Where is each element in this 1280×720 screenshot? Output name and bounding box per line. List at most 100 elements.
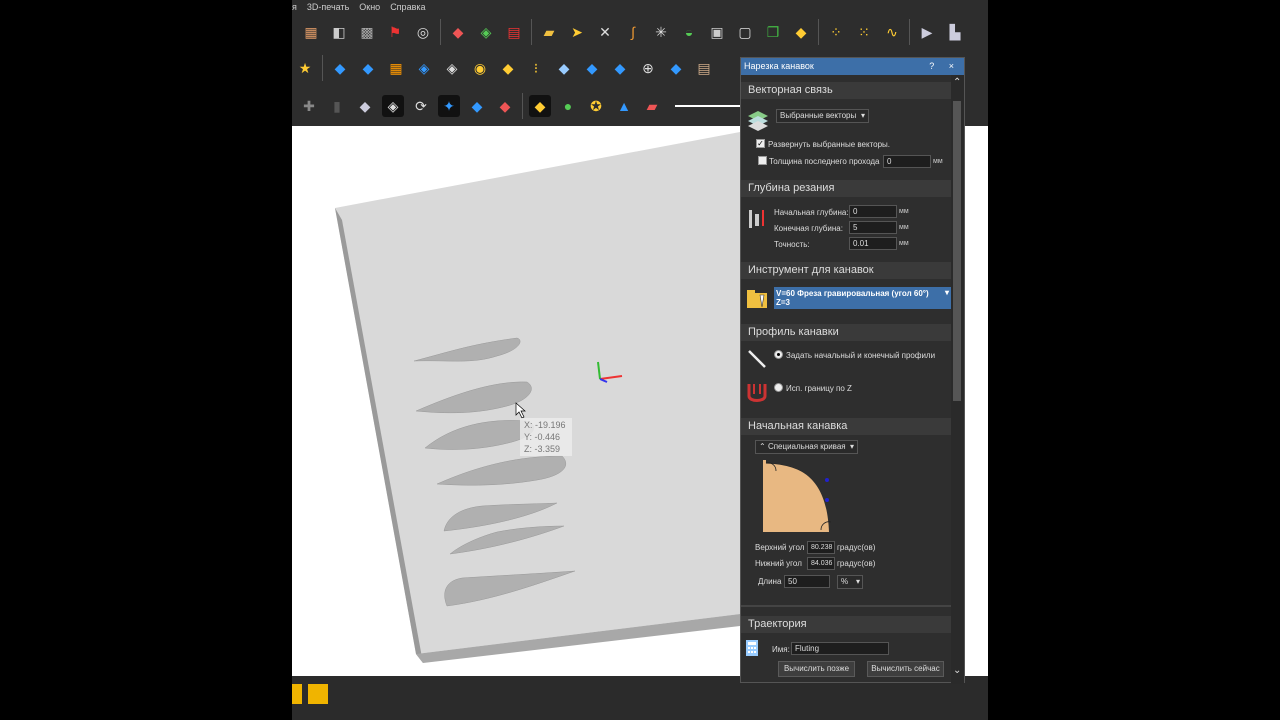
expand-vectors-checkbox[interactable]: ✓ bbox=[756, 139, 765, 148]
bowl-icon[interactable]: ▲ bbox=[613, 95, 635, 117]
section-header-toolpath[interactable]: Траектория bbox=[741, 616, 952, 633]
paint-icon[interactable]: ◆ bbox=[447, 21, 469, 43]
end-depth-unit: мм bbox=[899, 224, 909, 231]
folder-star-icon[interactable]: ▰ bbox=[538, 21, 560, 43]
groove-profile-editor[interactable] bbox=[763, 460, 833, 532]
calculate-now-button[interactable]: Вычислить сейчас bbox=[867, 661, 944, 677]
menu-item-help[interactable]: Справка bbox=[390, 0, 425, 14]
section-divider bbox=[741, 605, 952, 607]
prism-toolpath-icon[interactable]: ◉ bbox=[469, 57, 491, 79]
radio-use-z-boundary[interactable] bbox=[774, 383, 783, 392]
start-depth-input[interactable]: 0 bbox=[849, 205, 897, 218]
profile-toolpath-icon[interactable]: ◆ bbox=[329, 57, 351, 79]
phone-icon[interactable]: ▮ bbox=[326, 95, 348, 117]
expand-vectors-label: Развернуть выбранные векторы. bbox=[768, 140, 891, 149]
section-header-depth[interactable]: Глубина резания bbox=[741, 180, 952, 197]
grid-icon[interactable]: ▩ bbox=[356, 21, 378, 43]
last-pass-checkbox[interactable] bbox=[758, 156, 767, 165]
panel-title-buttons[interactable]: ? × bbox=[929, 58, 960, 75]
stack-red-icon[interactable]: ◆ bbox=[494, 95, 516, 117]
tool-selection[interactable]: V=60 Фреза гравировальная (угол 60°) Z=3… bbox=[774, 287, 951, 309]
rotate-icon[interactable]: ⟳ bbox=[410, 95, 432, 117]
pocket-toolpath-icon[interactable]: ◆ bbox=[357, 57, 379, 79]
vcarve-toolpath-icon[interactable]: ◈ bbox=[413, 57, 435, 79]
measure-icon[interactable]: ▦ bbox=[300, 21, 322, 43]
rainbow-icon[interactable]: ▰ bbox=[641, 95, 663, 117]
vector-select-icon[interactable]: ◈ bbox=[382, 95, 404, 117]
wave-icon[interactable]: ∿ bbox=[881, 21, 903, 43]
transform-icon[interactable]: ✕ bbox=[594, 21, 616, 43]
machine-icon[interactable]: ▙ bbox=[944, 21, 966, 43]
toolpath-name-input[interactable]: Fluting bbox=[791, 642, 889, 655]
nodes-icon[interactable]: ⁘ bbox=[825, 21, 847, 43]
plane-toolpath-icon[interactable]: ◆ bbox=[665, 57, 687, 79]
chevron-down-icon: ▾ bbox=[855, 577, 860, 586]
pin-icon[interactable]: ⚑ bbox=[384, 21, 406, 43]
angle-icon[interactable]: ➤ bbox=[566, 21, 588, 43]
menu-item-window[interactable]: Окно bbox=[359, 0, 380, 14]
split-icon[interactable]: ◧ bbox=[328, 21, 350, 43]
curve-type-dropdown[interactable]: ⌃ Специальная кривая ▾ bbox=[755, 440, 858, 454]
inlay-toolpath-icon[interactable]: ◈ bbox=[441, 57, 463, 79]
layer-yellow-icon[interactable]: ◆ bbox=[790, 21, 812, 43]
toolbar-divider bbox=[818, 19, 819, 45]
length-label: Длина bbox=[758, 577, 782, 586]
fluting-toolpath-icon[interactable]: ◆ bbox=[497, 57, 519, 79]
coord-x: X: -19.196 bbox=[524, 420, 566, 430]
curve-icon: ⌃ bbox=[759, 442, 766, 451]
dots-line-icon[interactable]: ⁙ bbox=[853, 21, 875, 43]
top-angle-input[interactable]: 80.238 bbox=[807, 541, 835, 554]
scroll-up-icon[interactable]: ⌃ bbox=[953, 77, 961, 88]
last-pass-input[interactable]: 0 bbox=[883, 155, 931, 168]
section-header-vector[interactable]: Векторная связь bbox=[741, 82, 952, 99]
star-burst-icon[interactable]: ✳ bbox=[650, 21, 672, 43]
clock-icon[interactable]: ◎ bbox=[412, 21, 434, 43]
relief-icon[interactable]: ◒ bbox=[678, 21, 700, 43]
texture-icon[interactable]: ▣ bbox=[706, 21, 728, 43]
tool-folder-icon[interactable] bbox=[745, 287, 771, 311]
arrange-icon[interactable]: ▤ bbox=[503, 21, 525, 43]
layer-yellow-active-icon[interactable]: ◆ bbox=[529, 95, 551, 117]
star-icon[interactable]: ★ bbox=[294, 57, 316, 79]
section-header-tool[interactable]: Инструмент для канавок bbox=[741, 262, 952, 279]
toolbar-divider bbox=[322, 55, 323, 81]
section-header-profile[interactable]: Профиль канавки bbox=[741, 324, 952, 341]
radio-define-profiles[interactable] bbox=[774, 350, 783, 359]
layer-swatch-right[interactable] bbox=[308, 684, 328, 704]
curve-icon[interactable]: ∫ bbox=[622, 21, 644, 43]
end-depth-input[interactable]: 5 bbox=[849, 221, 897, 234]
simulate-icon[interactable]: ▶ bbox=[916, 21, 938, 43]
chamfer-toolpath-icon[interactable]: ⊕ bbox=[637, 57, 659, 79]
length-input[interactable]: 50 bbox=[784, 575, 830, 588]
vector-select-dropdown[interactable]: Выбранные векторы ▾ bbox=[776, 109, 869, 123]
layer-grey-icon[interactable]: ◆ bbox=[354, 95, 376, 117]
merge-toolpath-icon[interactable]: ▤ bbox=[693, 57, 715, 79]
puzzle-icon[interactable]: ✚ bbox=[298, 95, 320, 117]
use-z-boundary-label: Исп. границу по Z bbox=[786, 384, 852, 393]
length-unit-dropdown[interactable]: % ▾ bbox=[837, 575, 863, 589]
section-header-start-groove[interactable]: Начальная канавка bbox=[741, 418, 952, 435]
tool-z-value: Z=3 bbox=[776, 298, 791, 307]
star-blue-icon[interactable]: ✦ bbox=[438, 95, 460, 117]
layer-green-icon[interactable]: ◈ bbox=[475, 21, 497, 43]
menu-item-view[interactable]: я bbox=[292, 0, 297, 14]
accuracy-input[interactable]: 0.01 bbox=[849, 237, 897, 250]
panel-scrollbar[interactable]: ⌃ ⌄ bbox=[951, 75, 964, 684]
stack-blue-icon[interactable]: ◆ bbox=[466, 95, 488, 117]
slice-toolpath-icon[interactable]: ◆ bbox=[609, 57, 631, 79]
copy-green-icon[interactable]: ❐ bbox=[762, 21, 784, 43]
calculate-later-button[interactable]: Вычислить позже bbox=[778, 661, 855, 677]
menu-item-3d-print[interactable]: 3D-печать bbox=[307, 0, 349, 14]
frame-icon[interactable]: ▢ bbox=[734, 21, 756, 43]
layer-swatch-left[interactable] bbox=[292, 684, 302, 704]
bottom-angle-input[interactable]: 84.036 bbox=[807, 557, 835, 570]
finishing-toolpath-icon[interactable]: ◆ bbox=[581, 57, 603, 79]
scrollbar-thumb[interactable] bbox=[953, 101, 961, 401]
roughing-toolpath-icon[interactable]: ◆ bbox=[553, 57, 575, 79]
drill-toolpath-icon[interactable]: ▦ bbox=[385, 57, 407, 79]
zoom-star-icon[interactable]: ✪ bbox=[585, 95, 607, 117]
texture-toolpath-icon[interactable]: ⁝ bbox=[525, 57, 547, 79]
scroll-down-icon[interactable]: ⌄ bbox=[953, 665, 961, 676]
depth-icon bbox=[745, 206, 769, 232]
green-circle-icon[interactable]: ● bbox=[557, 95, 579, 117]
